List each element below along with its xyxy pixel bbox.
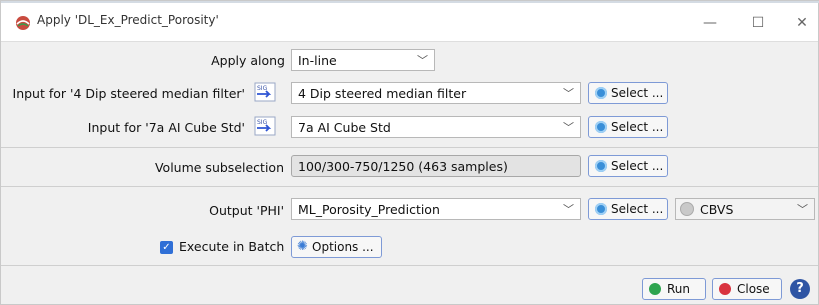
input2-value: 7a AI Cube Std [298,120,391,135]
chevron-down-icon: ﹀ [563,87,574,100]
gear-icon: ✺ [297,239,308,254]
output-label: Output 'PHI' [209,203,284,218]
output-dropdown[interactable]: ML_Porosity_Prediction ﹀ [291,198,581,220]
divider [1,265,818,266]
apply-along-dropdown[interactable]: In-line ﹀ [291,49,435,71]
apply-along-label: Apply along [211,53,285,68]
app-icon [16,16,30,30]
run-icon [649,283,661,295]
output-select-button[interactable]: Select ... [588,198,668,220]
close-button[interactable]: Close [712,278,782,300]
close-window-button[interactable]: ✕ [785,12,819,34]
volume-field: 100/300-750/1250 (463 samples) [291,155,581,177]
select-icon [595,121,607,133]
dialog-window: Apply 'DL_Ex_Predict_Porosity' — ☐ ✕ App… [0,0,819,305]
title-bar: Apply 'DL_Ex_Predict_Porosity' — ☐ ✕ [1,3,818,42]
chevron-down-icon: ﹀ [563,203,574,216]
run-button[interactable]: Run [642,278,706,300]
input1-select-button[interactable]: Select ... [588,82,668,104]
select-icon [595,203,607,215]
volume-value: 100/300-750/1250 (463 samples) [298,159,508,174]
options-button[interactable]: ✺ Options ... [291,236,382,258]
input1-dropdown[interactable]: 4 Dip steered median filter ﹀ [291,82,581,104]
input1-label: Input for '4 Dip steered median filter' [12,86,245,101]
volume-label: Volume subselection [154,160,284,175]
format-icon [680,202,694,216]
input1-value: 4 Dip steered median filter [298,86,467,101]
input2-dropdown[interactable]: 7a AI Cube Std ﹀ [291,116,581,138]
chevron-down-icon: ﹀ [797,203,808,216]
steering-icon[interactable]: SIG [254,82,276,102]
output-format-value: CBVS [700,202,734,217]
output-format-dropdown[interactable]: CBVS ﹀ [675,198,815,220]
execute-batch-checkbox[interactable]: ✓ [160,241,173,254]
divider [1,186,818,187]
divider [1,147,818,148]
svg-text:SIG: SIG [257,85,268,92]
execute-batch-label: Execute in Batch [179,239,285,254]
volume-select-button[interactable]: Select ... [588,155,668,177]
maximize-button[interactable]: ☐ [741,12,775,34]
window-title: Apply 'DL_Ex_Predict_Porosity' [37,13,219,27]
help-icon[interactable]: ? [790,279,810,299]
steering-icon[interactable]: SIG [254,116,276,136]
select-icon [595,87,607,99]
input2-select-button[interactable]: Select ... [588,116,668,138]
select-icon [595,160,607,172]
apply-along-value: In-line [298,53,337,68]
chevron-down-icon: ﹀ [563,121,574,134]
svg-text:SIG: SIG [257,119,268,126]
close-icon [719,283,731,295]
minimize-button[interactable]: — [693,12,727,34]
chevron-down-icon: ﹀ [417,54,428,67]
input2-label: Input for '7a AI Cube Std' [87,120,245,135]
output-value: ML_Porosity_Prediction [298,202,440,217]
